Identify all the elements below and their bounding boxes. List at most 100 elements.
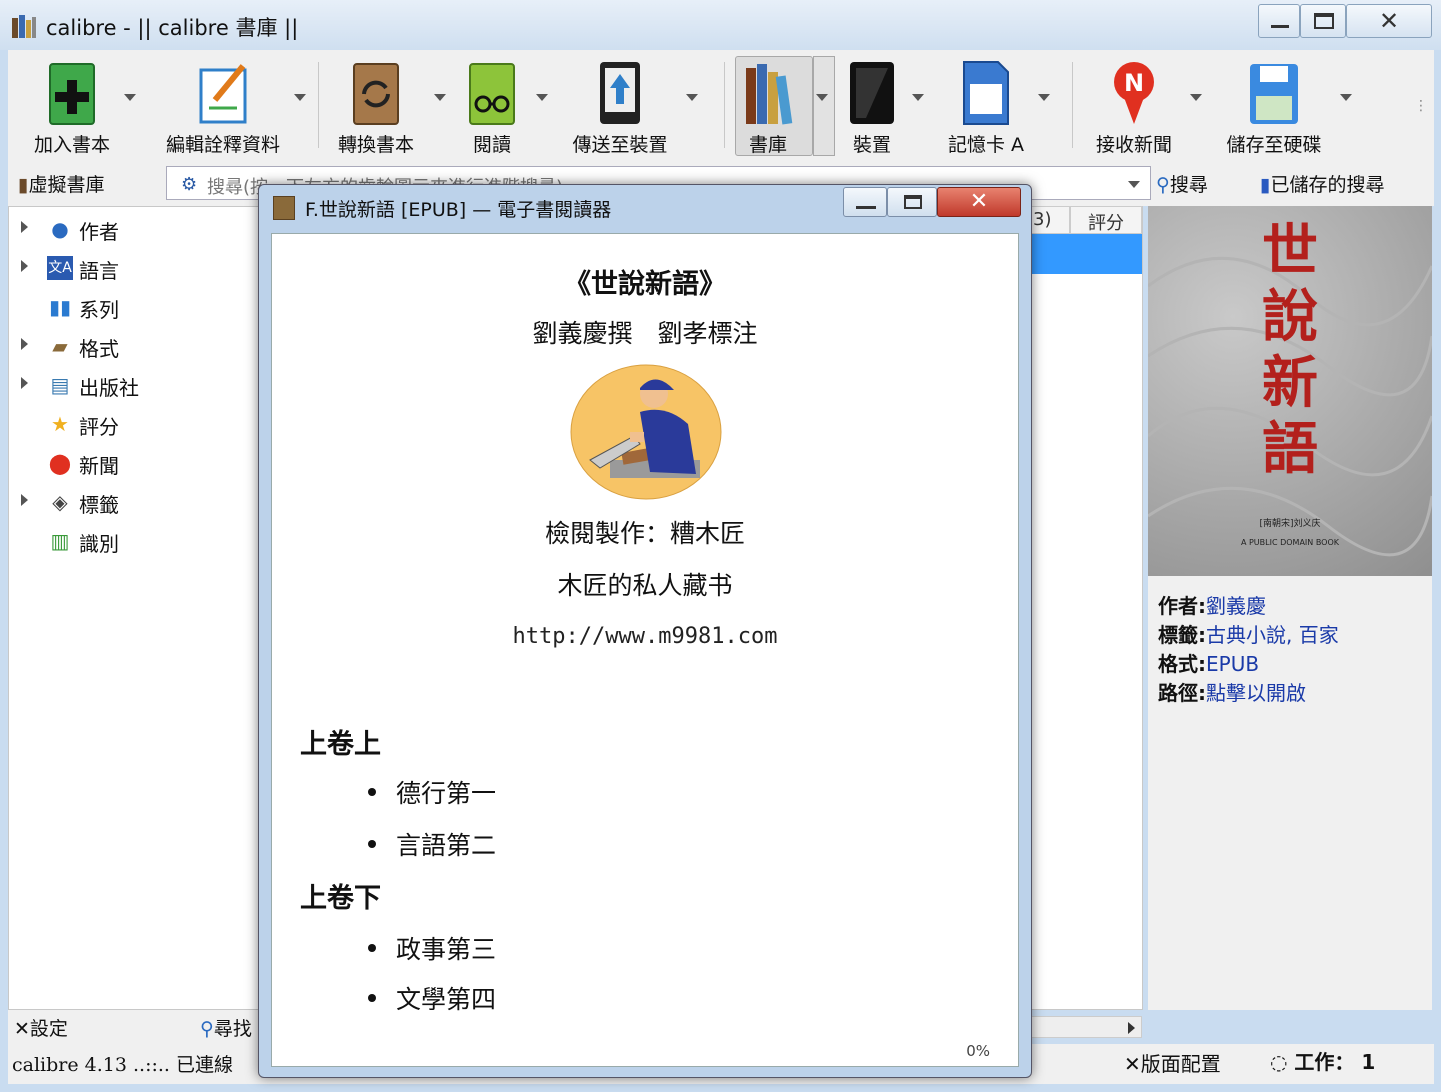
layout-button[interactable]: ✕版面配置 <box>1124 1048 1221 1077</box>
search-button[interactable]: ⚲搜尋 <box>1156 170 1208 197</box>
barcode-icon: ▥ <box>50 529 70 553</box>
save-to-disk-dropdown[interactable] <box>1340 94 1352 101</box>
viewer-maximize-button[interactable] <box>887 187 937 217</box>
carpenter-illustration <box>570 364 722 500</box>
save-to-disk-button[interactable]: 儲存至硬碟 <box>1214 56 1334 156</box>
viewer-title-bar: F.世說新語 [EPUB] — 電子書閱讀器 ✕ <box>259 185 1031 229</box>
library-dropdown[interactable] <box>816 94 828 101</box>
scroll-right-icon[interactable] <box>1128 1022 1135 1034</box>
tag-browser-label: 識別 <box>79 532 119 556</box>
tag-browser-item-languages[interactable]: 文A 語言 <box>9 250 259 286</box>
spinner-icon: ◌ <box>1270 1050 1288 1074</box>
detail-row-tags: 標籤:古典小說, 百家 <box>1158 619 1339 648</box>
selected-book-row[interactable] <box>1028 234 1142 274</box>
tag-browser-find-button[interactable]: ⚲尋找 <box>200 1014 252 1041</box>
expand-arrow-icon[interactable] <box>21 377 28 389</box>
jobs-indicator[interactable]: ◌ 工作： 1 <box>1270 1046 1375 1075</box>
toc-link[interactable]: 德行第一 <box>367 774 496 810</box>
fetch-news-dropdown[interactable] <box>1190 94 1202 101</box>
fetch-news-icon: N <box>1114 62 1154 124</box>
view-dropdown[interactable] <box>536 94 548 101</box>
memory-card-label: 記憶卡 A <box>947 134 1025 156</box>
fetch-news-button[interactable]: N 接收新聞 <box>1082 56 1186 156</box>
toc-link[interactable]: 政事第三 <box>367 930 496 966</box>
gear-icon[interactable]: ⚙ <box>181 174 197 195</box>
saved-searches-button[interactable]: ▮已儲存的搜尋 <box>1260 170 1384 197</box>
tag-browser-label: 語言 <box>79 259 119 283</box>
viewer-close-button[interactable]: ✕ <box>937 187 1021 217</box>
maximize-button[interactable] <box>1300 4 1346 38</box>
volume-heading: 上卷下 <box>300 883 381 914</box>
device-dropdown[interactable] <box>912 94 924 101</box>
tag-browser-item-formats[interactable]: ▰ 格式 <box>9 328 259 364</box>
add-books-dropdown[interactable] <box>124 94 136 101</box>
tags-link[interactable]: 古典小說, 百家 <box>1206 623 1339 647</box>
minimize-button[interactable] <box>1258 4 1300 38</box>
tag-browser-item-news[interactable]: ⬤ 新聞 <box>9 445 259 481</box>
series-icon: ▮▮ <box>48 295 71 319</box>
memory-card-dropdown[interactable] <box>1038 94 1050 101</box>
tag-browser-settings-button[interactable]: ✕設定 <box>14 1014 68 1041</box>
close-button[interactable]: ✕ <box>1346 4 1432 38</box>
toolbar-overflow-handle[interactable]: ⋮ <box>1414 98 1428 114</box>
virtual-library-icon: ▮ <box>18 174 29 196</box>
main-toolbar: 加入書本 編輯詮釋資料 轉換書本 閱讀 傳送至裝置 書庫 裝置 記憶卡 A N … <box>8 50 1434 158</box>
tag-browser-item-authors[interactable]: ● 作者 <box>9 211 259 247</box>
send-to-device-button[interactable]: 傳送至裝置 <box>560 56 680 156</box>
volume-heading: 上卷上 <box>300 729 381 760</box>
toolbar-separator <box>1072 62 1073 148</box>
library-dropdown-highlight <box>813 56 835 156</box>
tag-browser-footer: ✕設定 ⚲尋找 <box>8 1010 263 1044</box>
author-link[interactable]: 劉義慶 <box>1206 594 1266 618</box>
edit-metadata-button[interactable]: 編輯詮釋資料 <box>148 56 298 156</box>
memory-card-button[interactable]: 記憶卡 A <box>934 56 1038 156</box>
add-books-label: 加入書本 <box>33 134 110 156</box>
column-header-rating[interactable]: 評分 <box>1070 206 1142 234</box>
expand-arrow-icon[interactable] <box>21 221 28 233</box>
window-title: calibre - || calibre 書庫 || <box>46 16 299 40</box>
tag-browser-label: 作者 <box>79 220 119 244</box>
toolbar-separator <box>318 62 319 148</box>
view-button[interactable]: 閱讀 <box>456 56 528 156</box>
expand-arrow-icon[interactable] <box>21 260 28 272</box>
convert-dropdown[interactable] <box>434 94 446 101</box>
library-button[interactable]: 書庫 <box>730 56 806 156</box>
close-icon: ✕ <box>969 189 989 214</box>
format-link[interactable]: EPUB <box>1206 652 1259 676</box>
add-books-button[interactable]: 加入書本 <box>16 56 128 156</box>
book-cover[interactable]: 世說新語 [南朝宋]刘义庆 A PUBLIC DOMAIN BOOK <box>1148 206 1432 576</box>
tag-browser-item-series[interactable]: ▮▮ 系列 <box>9 289 259 325</box>
toc-link[interactable]: 言語第二 <box>367 826 496 862</box>
edit-metadata-dropdown[interactable] <box>294 94 306 101</box>
convert-books-button[interactable]: 轉換書本 <box>326 56 426 156</box>
toc-link[interactable]: 文學第四 <box>367 980 496 1016</box>
tag-browser-item-rating[interactable]: ★ 評分 <box>9 406 259 442</box>
save-to-disk-icon <box>1250 64 1298 124</box>
tag-browser-label: 新聞 <box>79 454 119 478</box>
search-icon: ⚲ <box>200 1018 214 1040</box>
path-link[interactable]: 點擊以開啟 <box>1206 681 1306 705</box>
send-to-device-icon <box>600 62 640 124</box>
virtual-library-label: 虛擬書庫 <box>28 174 105 196</box>
detail-row-author: 作者:劉義慶 <box>1158 590 1266 619</box>
viewer-minimize-button[interactable] <box>843 187 887 217</box>
expand-arrow-icon[interactable] <box>21 494 28 506</box>
title-bar: calibre - || calibre 書庫 || ✕ <box>0 0 1441 50</box>
horizontal-scrollbar[interactable] <box>1028 1016 1142 1038</box>
ebook-page[interactable]: 《世說新語》 劉義慶撰 劉孝標注 檢閱製作：糟木匠 木匠的私人藏书 http:/… <box>271 233 1019 1067</box>
person-icon: ● <box>51 217 69 241</box>
tag-icon: ◈ <box>52 490 68 514</box>
device-label: 裝置 <box>852 134 891 156</box>
calibre-app-icon <box>12 15 36 38</box>
virtual-library-button[interactable]: ▮虛擬書庫 <box>18 170 104 197</box>
tag-browser-item-publishers[interactable]: ▤ 出版社 <box>9 367 259 403</box>
device-button[interactable]: 裝置 <box>836 56 908 156</box>
expand-arrow-icon[interactable] <box>21 338 28 350</box>
send-to-device-dropdown[interactable] <box>686 94 698 101</box>
tag-browser-item-identifiers[interactable]: ▥ 識別 <box>9 523 259 559</box>
book-url[interactable]: http://www.m9981.com <box>272 624 1018 649</box>
read-icon <box>469 63 515 125</box>
search-history-dropdown[interactable] <box>1128 181 1140 188</box>
column-header-partial[interactable]: 3) <box>1028 206 1070 234</box>
tag-browser-item-tags[interactable]: ◈ 標籤 <box>9 484 259 520</box>
